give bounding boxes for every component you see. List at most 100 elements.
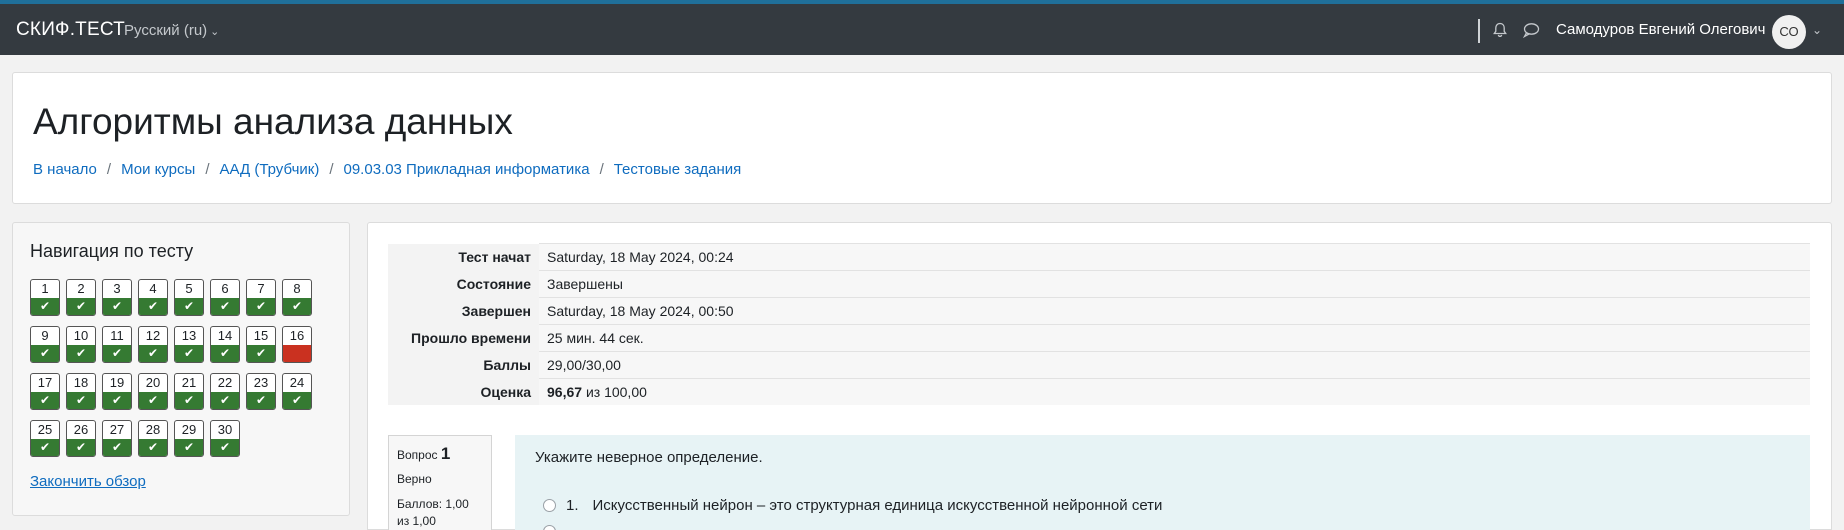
navbar-divider [1478,19,1480,43]
check-icon: ✔ [31,345,59,362]
question-nav-button[interactable]: 8 ✔ [282,279,312,316]
question-nav-button[interactable]: 20 ✔ [138,373,168,410]
question-nav-number: 23 [253,375,269,390]
question-nav-button[interactable]: 3 ✔ [102,279,132,316]
check-icon: ✔ [67,345,95,362]
attempt-summary-table: Тест начат Saturday, 18 May 2024, 00:24 … [388,243,1810,405]
check-icon: ✔ [67,298,95,315]
summary-row: Завершен Saturday, 18 May 2024, 00:50 [388,297,1810,325]
question-nav-button[interactable]: 27 ✔ [102,420,132,457]
question-nav-button[interactable]: 25 ✔ [30,420,60,457]
breadcrumb-item-my-courses[interactable]: Мои курсы [121,161,195,178]
question-nav-button[interactable]: 16 [282,326,312,363]
summary-label: Прошло времени [388,324,539,352]
question-nav-number: 4 [149,281,157,296]
question-nav-number: 29 [181,422,197,437]
language-menu[interactable]: Русский (ru) ⌄ [124,22,219,39]
radio-button[interactable] [543,525,556,530]
breadcrumb-item-section[interactable]: 09.03.03 Прикладная информатика [344,161,590,178]
summary-row: Тест начат Saturday, 18 May 2024, 00:24 [388,243,1810,271]
bell-icon[interactable] [1492,22,1508,38]
answer-option[interactable]: 1. Искусственный нейрон – это структурная… [543,497,1162,514]
summary-value-grade: 96,67 из 100,00 [539,378,1810,405]
question-nav-button[interactable]: 14 ✔ [210,326,240,363]
question-nav-button[interactable]: 21 ✔ [174,373,204,410]
question-nav-number: 24 [289,375,305,390]
question-nav-button[interactable]: 23 ✔ [246,373,276,410]
question-nav-button[interactable]: 28 ✔ [138,420,168,457]
breadcrumb-separator: / [329,161,334,178]
check-icon: ✔ [211,439,239,456]
question-nav-button[interactable]: 1 ✔ [30,279,60,316]
check-icon: ✔ [247,298,275,315]
question-nav-button[interactable]: 12 ✔ [138,326,168,363]
question-nav-button[interactable]: 6 ✔ [210,279,240,316]
check-icon: ✔ [211,392,239,409]
chevron-down-icon: ⌄ [210,26,220,38]
question-nav-number: 15 [253,328,269,343]
question-nav-number: 18 [73,375,89,390]
summary-value: 29,00/30,00 [539,351,1810,379]
question-nav-button[interactable]: 22 ✔ [210,373,240,410]
answer-option-text: Искусственный нейрон – это структурная е… [592,497,1163,514]
breadcrumb-item-quiz[interactable]: Тестовые задания [614,161,742,178]
question-nav-button[interactable]: 26 ✔ [66,420,96,457]
radio-button[interactable] [543,499,556,512]
breadcrumb: В начало / Мои курсы / ААД (Трубчик) / 09.03.0… [33,161,741,178]
question-nav-button[interactable]: 11 ✔ [102,326,132,363]
finish-review-link[interactable]: Закончить обзор [30,473,146,490]
question-nav-button[interactable]: 17 ✔ [30,373,60,410]
question-nav-button[interactable]: 19 ✔ [102,373,132,410]
question-nav-button[interactable]: 13 ✔ [174,326,204,363]
question-nav-button[interactable]: 10 ✔ [66,326,96,363]
summary-row: Прошло времени 25 мин. 44 сек. [388,324,1810,352]
question-button-grid: 1 ✔ 2 ✔ 3 ✔ 4 ✔ 5 ✔ 6 ✔ 7 ✔ 8 ✔ 9 ✔ 10 ✔ 11 ✔ 12 ✔ 13 ✔ 14 ✔ 15 ✔ 16 17… [30,279,330,457]
question-nav-button[interactable]: 5 ✔ [174,279,204,316]
question-nav-number: 30 [217,422,233,437]
avatar[interactable]: СО [1772,15,1806,49]
question-nav-button[interactable]: 15 ✔ [246,326,276,363]
question-nav-number: 22 [217,375,233,390]
question-nav-button[interactable]: 18 ✔ [66,373,96,410]
question-nav-number: 14 [217,328,233,343]
question-nav-number: 19 [109,375,125,390]
user-menu-chevron-down-icon[interactable]: ⌄ [1812,23,1822,37]
question-nav-button[interactable]: 2 ✔ [66,279,96,316]
check-icon: ✔ [247,392,275,409]
question-nav-button[interactable]: 29 ✔ [174,420,204,457]
question-nav-button[interactable]: 7 ✔ [246,279,276,316]
chat-icon[interactable] [1522,22,1540,38]
grade-suffix: из 100,00 [585,384,647,400]
user-name[interactable]: Самодуров Евгений Олегович [1556,21,1765,38]
breadcrumb-separator: / [599,161,604,178]
summary-label: Оценка [388,378,539,405]
question-nav-number: 8 [293,281,301,296]
check-icon: ✔ [31,392,59,409]
breadcrumb-item-course[interactable]: ААД (Трубчик) [219,161,319,178]
check-icon: ✔ [139,345,167,362]
question-nav-number: 1 [41,281,49,296]
check-icon: ✔ [175,345,203,362]
question-nav-number: 27 [109,422,125,437]
check-icon: ✔ [103,439,131,456]
summary-row: Состояние Завершены [388,270,1810,298]
question-nav-number: 20 [145,375,161,390]
breadcrumb-item-home[interactable]: В начало [33,161,97,178]
check-icon: ✔ [175,439,203,456]
question-content: Укажите неверное определение. 1. Искусств… [515,435,1810,530]
question-state: Верно [397,472,432,486]
check-icon: ✔ [103,298,131,315]
question-nav-button[interactable]: 24 ✔ [282,373,312,410]
question-nav-number: 6 [221,281,229,296]
question-nav-button[interactable]: 30 ✔ [210,420,240,457]
check-icon: ✔ [211,345,239,362]
summary-label: Баллы [388,351,539,379]
answer-option-partial[interactable] [543,523,566,530]
question-nav-button[interactable]: 4 ✔ [138,279,168,316]
question-nav-number: 12 [145,328,161,343]
summary-value: Saturday, 18 May 2024, 00:50 [539,297,1810,325]
question-nav-button[interactable]: 9 ✔ [30,326,60,363]
check-icon: ✔ [139,392,167,409]
site-brand[interactable]: СКИФ.ТЕСТ [16,19,125,41]
breadcrumb-separator: / [205,161,210,178]
